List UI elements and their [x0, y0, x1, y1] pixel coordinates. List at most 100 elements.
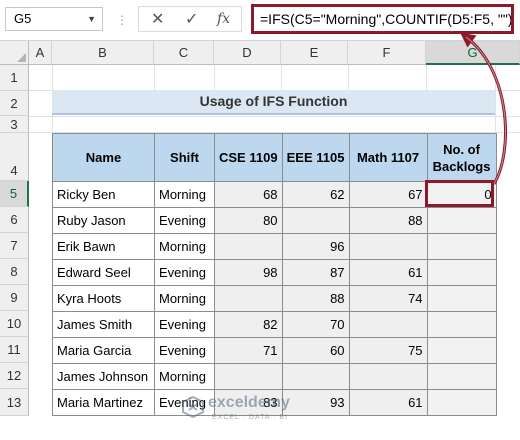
- cell-eee[interactable]: [281, 207, 350, 234]
- insert-function-icon[interactable]: fx: [217, 11, 230, 27]
- formula-bar-grip-icon: ⋮: [116, 13, 128, 27]
- cell-cse[interactable]: [214, 285, 283, 312]
- cell-math[interactable]: [348, 233, 428, 260]
- cell-backlogs[interactable]: [426, 311, 497, 338]
- column-header-d[interactable]: D: [214, 41, 281, 65]
- cell-eee[interactable]: [281, 363, 350, 390]
- cell-shift[interactable]: Evening: [154, 207, 215, 234]
- header-eee[interactable]: EEE 1105: [281, 133, 350, 182]
- cell-backlogs[interactable]: [426, 207, 497, 234]
- cell-eee[interactable]: 96: [281, 233, 350, 260]
- data-table: Name Shift CSE 1109 EEE 1105 Math 1107 N…: [52, 133, 497, 416]
- header-cse[interactable]: CSE 1109: [214, 133, 283, 182]
- cell-shift[interactable]: Morning: [154, 285, 215, 312]
- row-header-3[interactable]: 3: [0, 116, 29, 133]
- row-header-6[interactable]: 6: [0, 207, 29, 233]
- table-row: James Johnson Morning: [52, 363, 497, 390]
- cell-cse[interactable]: 82: [214, 311, 283, 338]
- column-header-a[interactable]: A: [29, 41, 52, 65]
- cell-math[interactable]: 61: [348, 259, 428, 286]
- row-header-12[interactable]: 12: [0, 363, 29, 389]
- column-header-f[interactable]: F: [348, 41, 426, 65]
- column-header-c[interactable]: C: [154, 41, 214, 65]
- cell-eee[interactable]: 87: [281, 259, 350, 286]
- cell-name[interactable]: Edward Seel: [52, 259, 155, 286]
- watermark-tagline: EXCEL · DATA · BI: [212, 414, 288, 421]
- cancel-icon[interactable]: ✕: [151, 9, 164, 29]
- cell-shift[interactable]: Morning: [154, 181, 215, 208]
- header-math[interactable]: Math 1107: [348, 133, 428, 182]
- row-header-5[interactable]: 5: [0, 181, 29, 207]
- cell-backlogs[interactable]: [426, 259, 497, 286]
- row-header-11[interactable]: 11: [0, 337, 29, 363]
- formula-bar: G5 ▼ ⋮ ✕ ✓ fx =IFS(C5="Morning",COUNTIF(…: [0, 0, 520, 41]
- cell-shift[interactable]: Evening: [154, 337, 215, 364]
- table-row: Maria Garcia Evening 71 60 75: [52, 337, 497, 364]
- cell-math[interactable]: 67: [348, 181, 428, 208]
- row-header-10[interactable]: 10: [0, 311, 29, 337]
- watermark: exceldemy EXCEL · DATA · BI: [182, 392, 332, 432]
- cell-name[interactable]: Ruby Jason: [52, 207, 155, 234]
- select-all-button[interactable]: [0, 41, 29, 65]
- cell-eee[interactable]: 62: [281, 181, 350, 208]
- row-header-13[interactable]: 13: [0, 389, 29, 416]
- formula-input[interactable]: =IFS(C5="Morning",COUNTIF(D5:F5, "")): [251, 4, 514, 34]
- formula-actions: ✕ ✓ fx: [138, 6, 242, 32]
- cell-backlogs[interactable]: [426, 389, 497, 416]
- row-header-1[interactable]: 1: [0, 65, 29, 91]
- cell-cse[interactable]: 98: [214, 259, 283, 286]
- row-header-2[interactable]: 2: [0, 91, 29, 116]
- cell-shift[interactable]: Morning: [154, 233, 215, 260]
- cell-backlogs[interactable]: [426, 363, 497, 390]
- cell-cse[interactable]: 80: [214, 207, 283, 234]
- result-cell-highlight: [425, 180, 494, 207]
- cell-cse[interactable]: [214, 363, 283, 390]
- row-header-9[interactable]: 9: [0, 285, 29, 311]
- row-header-7[interactable]: 7: [0, 233, 29, 259]
- cell-name[interactable]: Maria Garcia: [52, 337, 155, 364]
- row-header-4[interactable]: 4: [0, 133, 29, 181]
- cell-shift[interactable]: Evening: [154, 311, 215, 338]
- enter-check-icon[interactable]: ✓: [185, 9, 198, 29]
- exceldemy-logo-icon: [182, 396, 204, 418]
- cell-name[interactable]: James Smith: [52, 311, 155, 338]
- cell-eee[interactable]: 70: [281, 311, 350, 338]
- cell-backlogs[interactable]: [426, 337, 497, 364]
- table-row: James Smith Evening 82 70: [52, 311, 497, 338]
- cell-cse[interactable]: 71: [214, 337, 283, 364]
- column-header-g[interactable]: G: [426, 41, 520, 65]
- name-box-value: G5: [14, 11, 32, 26]
- header-name[interactable]: Name: [52, 133, 155, 182]
- cell-math[interactable]: 61: [348, 389, 428, 416]
- table-row: Kyra Hoots Morning 88 74: [52, 285, 497, 312]
- column-header-b[interactable]: B: [52, 41, 154, 65]
- cell-eee[interactable]: 88: [281, 285, 350, 312]
- table-row: Ruby Jason Evening 80 88: [52, 207, 497, 234]
- header-shift[interactable]: Shift: [154, 133, 215, 182]
- cell-name[interactable]: Maria Martinez: [52, 389, 155, 416]
- cell-backlogs[interactable]: [426, 233, 497, 260]
- header-backlogs[interactable]: No. of Backlogs: [426, 133, 497, 182]
- cell-math[interactable]: 88: [348, 207, 428, 234]
- watermark-name: exceldemy: [208, 394, 290, 411]
- cell-name[interactable]: Erik Bawn: [52, 233, 155, 260]
- table-row: Edward Seel Evening 98 87 61: [52, 259, 497, 286]
- cell-math[interactable]: [348, 363, 428, 390]
- cell-math[interactable]: 74: [348, 285, 428, 312]
- cell-shift[interactable]: Morning: [154, 363, 215, 390]
- cell-backlogs[interactable]: [426, 285, 497, 312]
- cell-cse[interactable]: 68: [214, 181, 283, 208]
- chevron-down-icon[interactable]: ▼: [87, 8, 96, 30]
- cell-math[interactable]: [348, 311, 428, 338]
- cell-name[interactable]: Kyra Hoots: [52, 285, 155, 312]
- cell-shift[interactable]: Evening: [154, 259, 215, 286]
- cell-name[interactable]: Ricky Ben: [52, 181, 155, 208]
- cell-eee[interactable]: 60: [281, 337, 350, 364]
- column-header-e[interactable]: E: [281, 41, 348, 65]
- cell-cse[interactable]: [214, 233, 283, 260]
- sheet-title: Usage of IFS Function: [52, 90, 495, 115]
- row-header-8[interactable]: 8: [0, 259, 29, 285]
- name-box[interactable]: G5 ▼: [5, 7, 103, 31]
- cell-name[interactable]: James Johnson: [52, 363, 155, 390]
- cell-math[interactable]: 75: [348, 337, 428, 364]
